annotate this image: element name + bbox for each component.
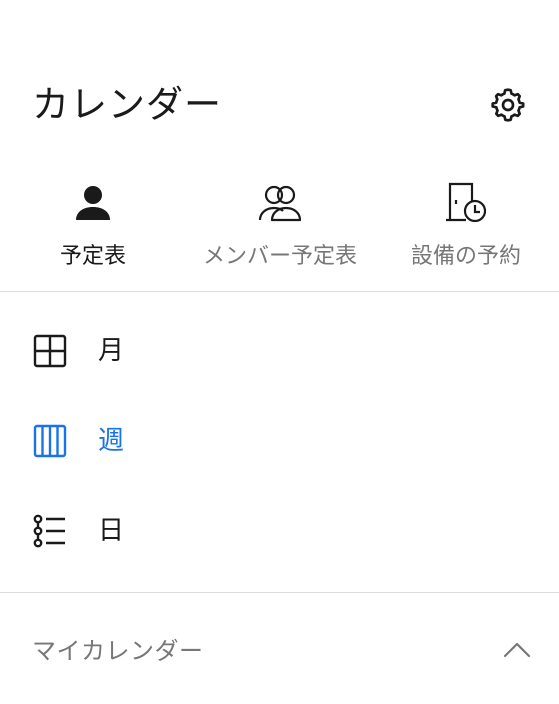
view-facility-booking[interactable]: 設備の予約 (373, 176, 559, 276)
month-grid-icon (33, 334, 67, 368)
person-icon (76, 186, 110, 220)
week-columns-icon (33, 424, 67, 458)
mode-label: 週 (98, 426, 125, 456)
view-member-schedule[interactable]: メンバー予定表 (187, 176, 373, 276)
gear-icon (491, 88, 525, 122)
view-label: メンバー予定表 (202, 244, 357, 269)
chevron-up-icon[interactable] (500, 634, 534, 668)
divider (0, 592, 559, 593)
mode-label: 月 (98, 336, 125, 366)
app-header: カレンダー (0, 70, 559, 140)
mode-month[interactable]: 月 (0, 316, 559, 386)
view-schedule[interactable]: 予定表 (0, 176, 186, 276)
mode-day[interactable]: 日 (0, 496, 559, 566)
my-calendars-section[interactable]: マイカレンダー (0, 618, 559, 684)
view-label: 設備の予約 (410, 244, 521, 269)
view-label: 予定表 (59, 244, 126, 269)
page-title: カレンダー (32, 83, 222, 126)
mode-label: 日 (98, 516, 125, 546)
settings-button[interactable] (485, 82, 531, 128)
view-switcher: 予定表 メンバー予定表 設備の予約 (0, 176, 559, 276)
day-list-icon (33, 514, 65, 548)
section-title: マイカレンダー (32, 637, 204, 665)
divider (0, 291, 559, 292)
mode-week[interactable]: 週 (0, 406, 559, 476)
people-icon (258, 185, 302, 222)
door-clock-icon (446, 182, 487, 223)
